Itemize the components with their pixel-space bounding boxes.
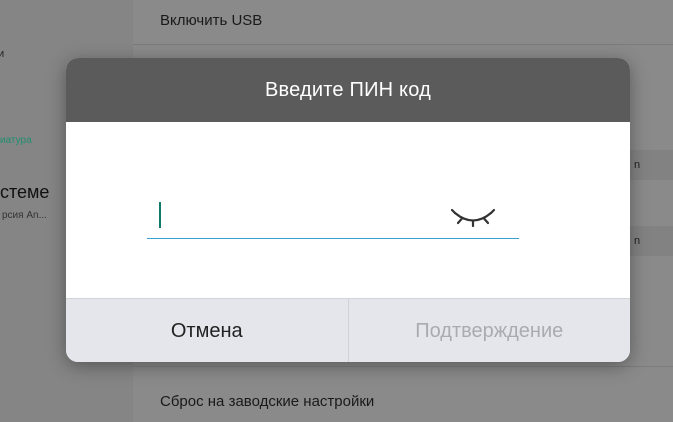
dialog-actions: Отмена Подтверждение <box>66 298 630 362</box>
confirm-button[interactable]: Подтверждение <box>349 299 631 362</box>
cancel-button[interactable]: Отмена <box>66 299 349 362</box>
setting-enable-usb: Включить USB <box>160 12 263 29</box>
sidebar-item-partial: и <box>0 48 5 60</box>
divider <box>133 44 673 45</box>
dialog-title: Введите ПИН код <box>265 78 431 101</box>
setting-chip: n <box>628 150 673 180</box>
divider <box>133 366 673 367</box>
sidebar-item-system-subtitle: рсия An... <box>2 210 47 221</box>
text-caret <box>159 202 161 228</box>
pin-input[interactable] <box>147 194 519 239</box>
setting-chip: n <box>628 226 673 256</box>
dialog-header: Введите ПИН код <box>66 58 630 122</box>
setting-factory-reset: Сброс на заводские настройки <box>160 393 375 410</box>
sidebar-item-keyboard: иатура <box>0 135 32 146</box>
pin-dialog: Введите ПИН код Отмена Подтверждение <box>66 58 630 362</box>
eye-closed-icon[interactable] <box>451 206 495 228</box>
sidebar-item-system-title: стеме <box>0 182 50 202</box>
dialog-body <box>66 122 630 298</box>
